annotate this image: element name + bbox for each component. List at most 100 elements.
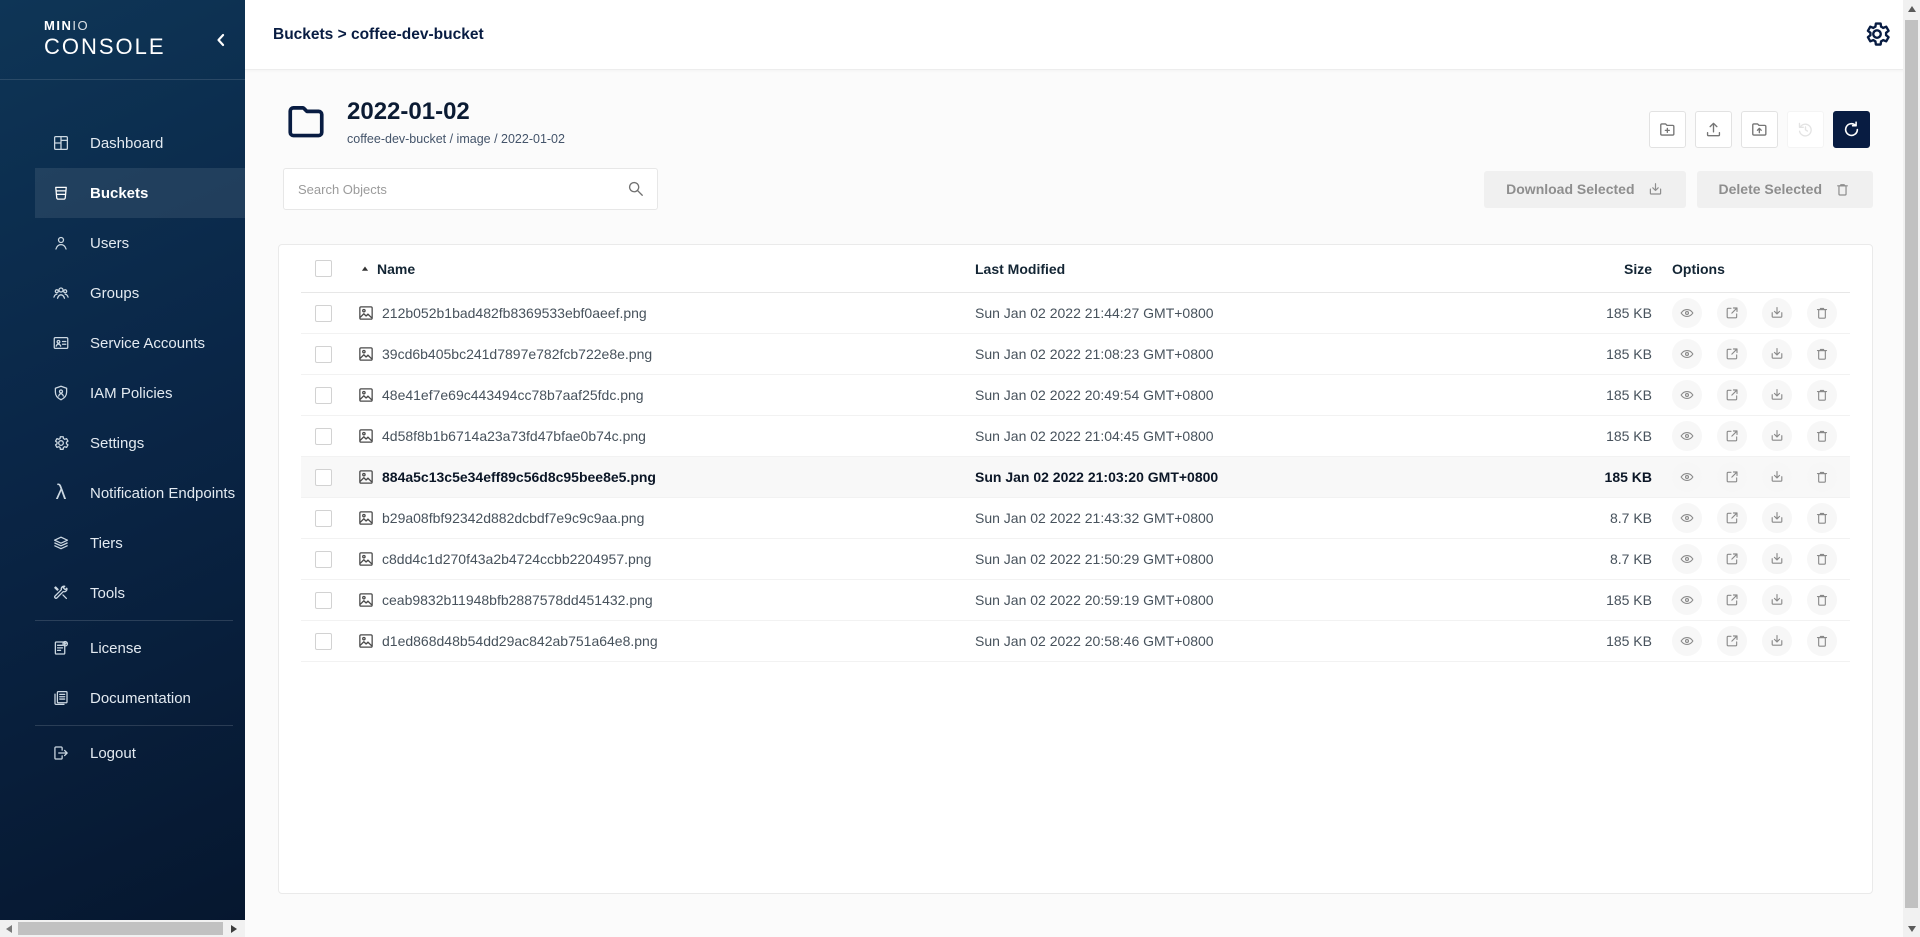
new-path-button[interactable] [1649, 111, 1686, 148]
table-row[interactable]: 212b052b1bad482fb8369533ebf0aeef.pngSun … [301, 293, 1850, 334]
row-download-button[interactable] [1762, 462, 1792, 492]
object-name-cell[interactable]: ceab9832b11948bfb2887578dd451432.png [347, 591, 975, 609]
object-name-cell[interactable]: 212b052b1bad482fb8369533ebf0aeef.png [347, 304, 975, 322]
row-preview-button[interactable] [1672, 503, 1702, 533]
table-row[interactable]: 48e41ef7e69c443494cc78b7aaf25fdc.pngSun … [301, 375, 1850, 416]
column-header-name[interactable]: Name [347, 261, 975, 277]
vertical-scrollbar-thumb[interactable] [1905, 20, 1918, 908]
table-row[interactable]: ceab9832b11948bfb2887578dd451432.pngSun … [301, 580, 1850, 621]
row-delete-button[interactable] [1807, 421, 1837, 451]
row-preview-button[interactable] [1672, 298, 1702, 328]
row-checkbox[interactable] [315, 551, 332, 568]
search-icon[interactable] [626, 179, 645, 198]
row-share-button[interactable] [1717, 421, 1747, 451]
row-preview-button[interactable] [1672, 544, 1702, 574]
column-header-last-modified[interactable]: Last Modified [975, 261, 1590, 277]
object-name-cell[interactable]: 39cd6b405bc241d7897e782fcb722e8e.png [347, 345, 975, 363]
sidebar-item-documentation[interactable]: Documentation [35, 673, 245, 723]
upload-folder-button[interactable] [1741, 111, 1778, 148]
row-share-button[interactable] [1717, 298, 1747, 328]
scroll-down-arrow[interactable] [1903, 920, 1920, 937]
row-preview-button[interactable] [1672, 339, 1702, 369]
sidebar-item-notification-endpoints[interactable]: λNotification Endpoints [35, 468, 245, 518]
row-delete-button[interactable] [1807, 585, 1837, 615]
sidebar-item-users[interactable]: Users [35, 218, 245, 268]
object-name-cell[interactable]: b29a08fbf92342d882dcbdf7e9c9c9aa.png [347, 509, 975, 527]
table-row[interactable]: 39cd6b405bc241d7897e782fcb722e8e.pngSun … [301, 334, 1850, 375]
delete-selected-button[interactable]: Delete Selected [1697, 171, 1874, 208]
sidebar-item-iam-policies[interactable]: IAM Policies [35, 368, 245, 418]
object-name-cell[interactable]: 48e41ef7e69c443494cc78b7aaf25fdc.png [347, 386, 975, 404]
row-download-button[interactable] [1762, 544, 1792, 574]
row-checkbox[interactable] [315, 510, 332, 527]
row-share-button[interactable] [1717, 380, 1747, 410]
sidebar-item-license[interactable]: License [35, 623, 245, 673]
row-preview-button[interactable] [1672, 626, 1702, 656]
row-download-button[interactable] [1762, 298, 1792, 328]
row-share-button[interactable] [1717, 462, 1747, 492]
gear-icon[interactable] [1862, 19, 1892, 49]
object-name-cell[interactable]: c8dd4c1d270f43a2b4724ccbb2204957.png [347, 550, 975, 568]
table-row[interactable]: d1ed868d48b54dd29ac842ab751a64e8.pngSun … [301, 621, 1850, 662]
sidebar-item-buckets[interactable]: Buckets [35, 168, 245, 218]
table-row[interactable]: 884a5c13c5e34eff89c56d8c95bee8e5.pngSun … [301, 457, 1850, 498]
row-checkbox[interactable] [315, 346, 332, 363]
scroll-right-arrow[interactable] [225, 920, 242, 937]
row-checkbox[interactable] [315, 633, 332, 650]
row-preview-button[interactable] [1672, 585, 1702, 615]
row-delete-button[interactable] [1807, 339, 1837, 369]
upload-file-button[interactable] [1695, 111, 1732, 148]
row-delete-button[interactable] [1807, 503, 1837, 533]
table-row[interactable]: b29a08fbf92342d882dcbdf7e9c9c9aa.pngSun … [301, 498, 1850, 539]
sidebar-item-groups[interactable]: Groups [35, 268, 245, 318]
row-download-button[interactable] [1762, 503, 1792, 533]
row-preview-button[interactable] [1672, 462, 1702, 492]
row-download-button[interactable] [1762, 339, 1792, 369]
row-delete-button[interactable] [1807, 462, 1837, 492]
scroll-up-arrow[interactable] [1903, 0, 1920, 17]
sort-asc-icon[interactable] [359, 263, 371, 275]
row-delete-button[interactable] [1807, 298, 1837, 328]
row-download-button[interactable] [1762, 626, 1792, 656]
object-name-cell[interactable]: 4d58f8b1b6714a23a73fd47bfae0b74c.png [347, 427, 975, 445]
horizontal-scrollbar-thumb[interactable] [18, 922, 223, 935]
row-checkbox[interactable] [315, 428, 332, 445]
search-input[interactable] [283, 168, 658, 210]
sidebar-item-dashboard[interactable]: Dashboard [35, 118, 245, 168]
refresh-button[interactable] [1833, 111, 1870, 148]
row-checkbox[interactable] [315, 387, 332, 404]
row-preview-button[interactable] [1672, 380, 1702, 410]
row-preview-button[interactable] [1672, 421, 1702, 451]
row-download-button[interactable] [1762, 585, 1792, 615]
sidebar-item-tools[interactable]: Tools [35, 568, 245, 618]
row-download-button[interactable] [1762, 421, 1792, 451]
share-icon [1724, 305, 1740, 321]
table-row[interactable]: 4d58f8b1b6714a23a73fd47bfae0b74c.pngSun … [301, 416, 1850, 457]
sidebar-item-service-accounts[interactable]: Service Accounts [35, 318, 245, 368]
row-share-button[interactable] [1717, 626, 1747, 656]
row-delete-button[interactable] [1807, 544, 1837, 574]
object-name-cell[interactable]: d1ed868d48b54dd29ac842ab751a64e8.png [347, 632, 975, 650]
selection-actions: Download Selected Delete Selected [1484, 171, 1873, 208]
object-name-cell[interactable]: 884a5c13c5e34eff89c56d8c95bee8e5.png [347, 468, 975, 486]
row-checkbox[interactable] [315, 469, 332, 486]
row-share-button[interactable] [1717, 503, 1747, 533]
row-download-button[interactable] [1762, 380, 1792, 410]
download-selected-button[interactable]: Download Selected [1484, 171, 1685, 208]
sidebar-item-tiers[interactable]: Tiers [35, 518, 245, 568]
select-all-checkbox[interactable] [315, 260, 332, 277]
breadcrumb[interactable]: Buckets > coffee-dev-bucket [273, 0, 484, 70]
row-share-button[interactable] [1717, 339, 1747, 369]
column-header-size[interactable]: Size [1590, 261, 1652, 277]
sidebar-item-settings[interactable]: Settings [35, 418, 245, 468]
row-checkbox[interactable] [315, 305, 332, 322]
row-delete-button[interactable] [1807, 626, 1837, 656]
row-share-button[interactable] [1717, 585, 1747, 615]
row-share-button[interactable] [1717, 544, 1747, 574]
row-delete-button[interactable] [1807, 380, 1837, 410]
table-row[interactable]: c8dd4c1d270f43a2b4724ccbb2204957.pngSun … [301, 539, 1850, 580]
sidebar-item-logout[interactable]: Logout [35, 728, 245, 778]
row-checkbox[interactable] [315, 592, 332, 609]
sidebar-collapse-button[interactable] [211, 30, 231, 50]
scroll-left-arrow[interactable] [0, 920, 17, 937]
